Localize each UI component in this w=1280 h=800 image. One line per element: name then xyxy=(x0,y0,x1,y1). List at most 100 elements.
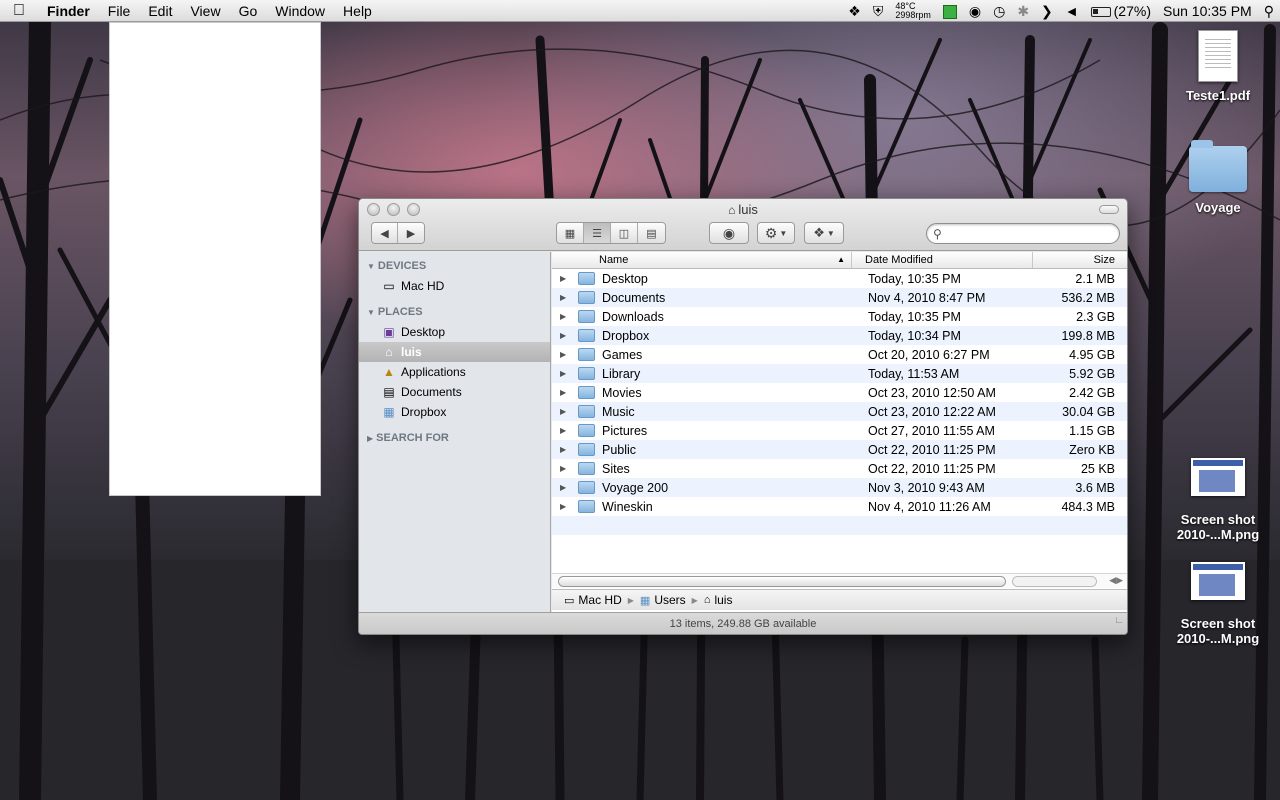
table-row[interactable]: ▶ Pictures Oct 27, 2010 11:55 AM 1.15 GB xyxy=(552,421,1127,440)
shield-icon[interactable]: ⛨ xyxy=(867,0,890,22)
table-row[interactable]: ▶ Dropbox Today, 10:34 PM 199.8 MB xyxy=(552,326,1127,345)
column-header-size[interactable]: Size xyxy=(1033,252,1127,268)
table-row[interactable]: ▶ Public Oct 22, 2010 11:25 PM Zero KB xyxy=(552,440,1127,459)
row-name: Desktop xyxy=(602,271,648,286)
fan-speed-reading: 2998rpm xyxy=(895,9,931,20)
column-header-date[interactable]: Date Modified xyxy=(852,252,1033,268)
table-row[interactable]: ▶ Desktop Today, 10:35 PM 2.1 MB xyxy=(552,269,1127,288)
desktop-icon-screenshot-1[interactable]: Screen shot 2010-...M.png xyxy=(1163,458,1273,542)
table-row[interactable]: ▶ Documents Nov 4, 2010 8:47 PM 536.2 MB xyxy=(552,288,1127,307)
window-titlebar[interactable]: ⌂ luis ◀ ▶ ▦ ☰ ◫ ▤ ◉ ⚙ ▼ ❖ ▼ ⚲ xyxy=(359,199,1127,251)
disclosure-triangle-icon[interactable]: ▶ xyxy=(560,407,573,416)
path-item-luis[interactable]: ⌂ luis xyxy=(704,593,733,607)
sidebar-section-search-for[interactable]: ▶ SEARCH FOR xyxy=(359,428,550,448)
table-row[interactable]: ▶ Voyage 200 Nov 3, 2010 9:43 AM 3.6 MB xyxy=(552,478,1127,497)
sidebar-item-applications[interactable]: ▲ Applications xyxy=(359,362,550,382)
desktop-icon: ▣ xyxy=(383,325,395,339)
table-row[interactable]: ▶ Library Today, 11:53 AM 5.92 GB xyxy=(552,364,1127,383)
path-item-mac-hd[interactable]: ▭ Mac HD xyxy=(564,593,622,607)
wifi-icon[interactable]: ❯ xyxy=(1035,0,1059,22)
sidebar-section-places[interactable]: ▼ PLACES xyxy=(359,302,550,322)
sidebar-item-desktop[interactable]: ▣ Desktop xyxy=(359,322,550,342)
disclosure-triangle-icon[interactable]: ▶ xyxy=(560,369,573,378)
disclosure-triangle-icon[interactable]: ▶ xyxy=(560,445,573,454)
disclosure-triangle-icon[interactable]: ▶ xyxy=(560,312,573,321)
sidebar-section-devices[interactable]: ▼ DEVICES xyxy=(359,256,550,276)
table-row[interactable]: ▶ Wineskin Nov 4, 2010 11:26 AM 484.3 MB xyxy=(552,497,1127,516)
row-size: Zero KB xyxy=(1069,442,1115,457)
disclosure-triangle-icon[interactable]: ▶ xyxy=(560,502,573,511)
menu-help[interactable]: Help xyxy=(334,0,381,22)
disclosure-triangle-icon[interactable]: ▶ xyxy=(560,426,573,435)
disc-icon[interactable]: ◉ xyxy=(963,0,987,22)
back-button[interactable]: ◀ xyxy=(372,223,399,243)
disclosure-triangle-icon: ▶ xyxy=(367,434,374,443)
path-item-users[interactable]: ▦ Users xyxy=(640,593,686,607)
sidebar-item-mac-hd[interactable]: ▭ Mac HD xyxy=(359,276,550,296)
disclosure-triangle-icon: ▼ xyxy=(367,262,375,271)
table-row[interactable]: ▶ Games Oct 20, 2010 6:27 PM 4.95 GB xyxy=(552,345,1127,364)
apple-menu-icon[interactable]:  xyxy=(0,2,38,20)
volume-icon[interactable]: ◄ xyxy=(1059,0,1085,22)
temperature-monitor[interactable]: 48°C 2998rpm xyxy=(889,1,937,20)
search-input[interactable] xyxy=(945,226,1119,241)
dropbox-menu-button[interactable]: ❖ ▼ xyxy=(804,222,844,244)
back-forward-control: ◀ ▶ xyxy=(371,222,425,244)
dropbox-folder-icon: ▦ xyxy=(383,405,395,419)
clock[interactable]: Sun 10:35 PM xyxy=(1157,0,1258,22)
menu-go[interactable]: Go xyxy=(230,0,267,22)
table-row[interactable]: ▶ Music Oct 23, 2010 12:22 AM 30.04 GB xyxy=(552,402,1127,421)
disclosure-triangle-icon[interactable]: ▶ xyxy=(560,293,573,302)
battery-status[interactable]: (27%) xyxy=(1085,0,1157,22)
time-machine-icon[interactable]: ◷ xyxy=(987,0,1011,22)
disclosure-triangle-icon[interactable]: ▶ xyxy=(560,464,573,473)
menu-window[interactable]: Window xyxy=(266,0,334,22)
disclosure-triangle-icon[interactable]: ▶ xyxy=(560,331,573,340)
forward-button[interactable]: ▶ xyxy=(398,223,424,243)
desktop-icon-screenshot-2[interactable]: Screen shot 2010-...M.png xyxy=(1163,562,1273,646)
scrollbar-track[interactable] xyxy=(1012,576,1097,587)
disclosure-triangle-icon[interactable]: ▶ xyxy=(560,350,573,359)
row-date-modified: Nov 3, 2010 9:43 AM xyxy=(868,480,985,495)
sidebar-item-label: Mac HD xyxy=(401,279,445,293)
home-icon: ⌂ xyxy=(703,594,711,606)
chevron-down-icon: ▼ xyxy=(826,228,835,238)
spotlight-search-icon[interactable]: ⚲ xyxy=(1258,0,1280,22)
bluetooth-icon[interactable]: ✱ xyxy=(1011,0,1035,22)
horizontal-scrollbar[interactable]: ◀▶ xyxy=(552,573,1127,588)
action-menu-button[interactable]: ⚙ ▼ xyxy=(757,222,795,244)
finder-window: ⌂luis ◀ ▶ ▦ ☰ ◫ ▤ ◉ ⚙▼ ❖▼ ⚲ ▼DEVICES xyxy=(358,198,1128,635)
disclosure-triangle-icon[interactable]: ▶ xyxy=(560,388,573,397)
table-row[interactable]: ▶ Sites Oct 22, 2010 11:25 PM 25 KB xyxy=(552,459,1127,478)
quick-look-button[interactable]: ◉ xyxy=(709,222,749,244)
list-view-button[interactable]: ☰ xyxy=(584,223,611,243)
column-header-name[interactable]: Name ▲ xyxy=(552,252,852,268)
resize-grip-icon[interactable]: ∟ xyxy=(1114,610,1124,632)
menu-app-name[interactable]: Finder xyxy=(38,0,99,22)
menu-view[interactable]: View xyxy=(181,0,229,22)
table-row[interactable]: ▶ Downloads Today, 10:35 PM 2.3 GB xyxy=(552,307,1127,326)
menu-edit[interactable]: Edit xyxy=(139,0,181,22)
column-view-button[interactable]: ◫ xyxy=(611,223,638,243)
disclosure-triangle-icon[interactable]: ▶ xyxy=(560,483,573,492)
sidebar: ▼ DEVICES ▭ Mac HD ▼ PLACES ▣ Desktop ⌂ luis … xyxy=(359,252,551,612)
sidebar-item-luis[interactable]: ⌂ luis xyxy=(359,342,550,362)
scroll-arrows-icon[interactable]: ◀▶ xyxy=(1109,575,1123,586)
sidebar-item-dropbox[interactable]: ▦ Dropbox xyxy=(359,402,550,422)
sidebar-item-documents[interactable]: ▤ Documents xyxy=(359,382,550,402)
cover-flow-button[interactable]: ▤ xyxy=(638,223,665,243)
desktop-icon-voyage[interactable]: Voyage xyxy=(1163,140,1273,215)
scrollbar-thumb[interactable] xyxy=(558,576,1006,587)
icon-view-button[interactable]: ▦ xyxy=(557,223,584,243)
toolbar-toggle-button[interactable] xyxy=(1099,205,1119,214)
dropbox-status-icon[interactable]: ❖ xyxy=(842,0,867,22)
table-row[interactable]: ▶ Movies Oct 23, 2010 12:50 AM 2.42 GB xyxy=(552,383,1127,402)
disclosure-triangle-icon[interactable]: ▶ xyxy=(560,274,573,283)
empty-row xyxy=(552,535,1127,554)
folder-icon xyxy=(578,443,595,456)
desktop-icon-teste1-pdf[interactable]: Teste1.pdf xyxy=(1163,30,1273,103)
search-field[interactable]: ⚲ xyxy=(926,223,1120,244)
screenshot-thumbnail-icon xyxy=(1191,458,1245,496)
menu-file[interactable]: File xyxy=(99,0,140,22)
activity-monitor-icon[interactable] xyxy=(937,0,963,22)
